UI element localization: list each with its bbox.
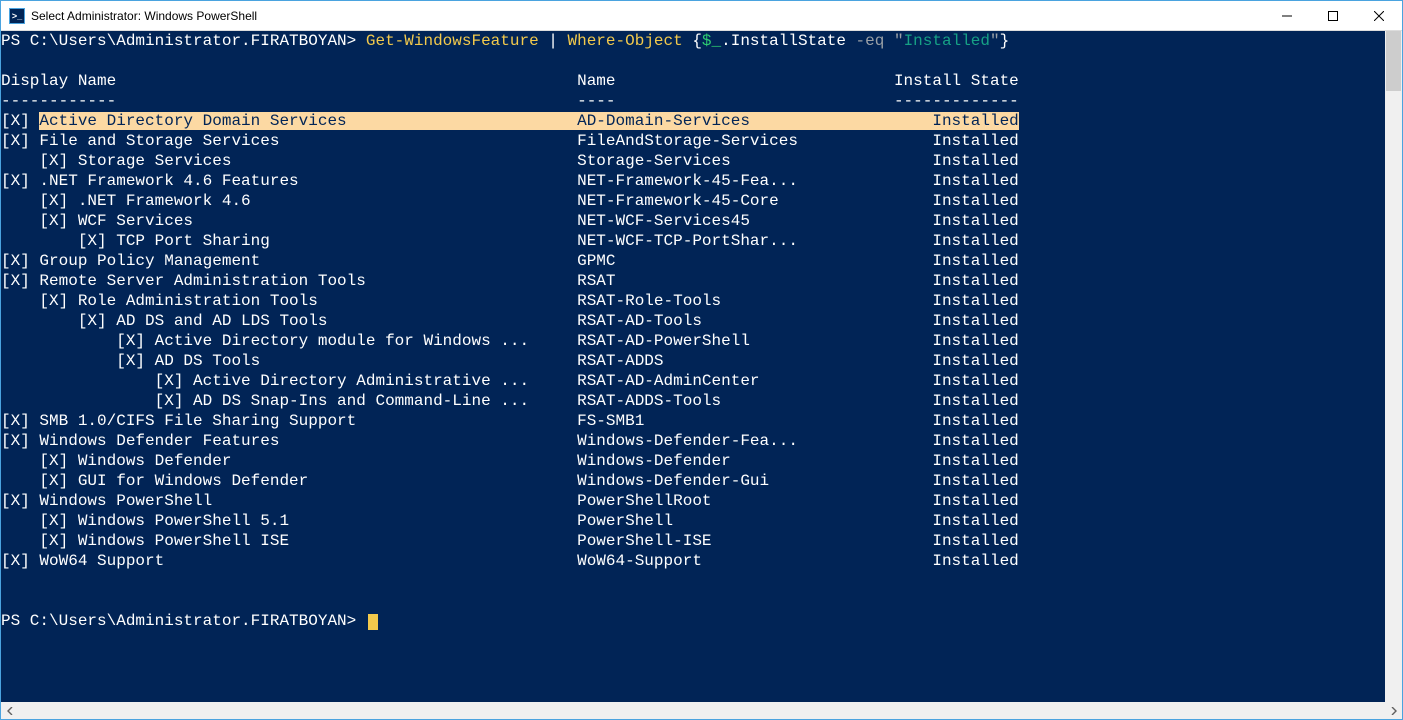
minimize-button[interactable]: [1264, 1, 1310, 30]
feature-row[interactable]: [X] Storage Services Storage-Services In…: [1, 151, 1385, 171]
feature-row[interactable]: [X] GUI for Windows Defender Windows-Def…: [1, 471, 1385, 491]
blank-line: [1, 591, 1385, 611]
terminal-area[interactable]: PS C:\Users\Administrator.FIRATBOYAN> Ge…: [1, 31, 1402, 702]
feature-row[interactable]: [X] Windows PowerShell ISE PowerShell-IS…: [1, 531, 1385, 551]
feature-row[interactable]: [X] File and Storage Services FileAndSto…: [1, 131, 1385, 151]
chevron-left-icon: [6, 707, 14, 715]
powershell-icon: >_: [9, 8, 25, 24]
scroll-left-arrow[interactable]: [1, 702, 18, 719]
feature-row[interactable]: [X] Role Administration Tools RSAT-Role-…: [1, 291, 1385, 311]
feature-row[interactable]: [X] WoW64 Support WoW64-Support Installe…: [1, 551, 1385, 571]
close-button[interactable]: [1356, 1, 1402, 30]
maximize-icon: [1328, 11, 1338, 21]
close-icon: [1374, 11, 1384, 21]
chevron-right-icon: [1390, 707, 1398, 715]
feature-row[interactable]: [X] Active Directory Administrative ... …: [1, 371, 1385, 391]
feature-row[interactable]: [X] AD DS and AD LDS Tools RSAT-AD-Tools…: [1, 311, 1385, 331]
feature-row-selected[interactable]: [X] Active Directory Domain Services AD-…: [1, 111, 1385, 131]
prompt-line[interactable]: PS C:\Users\Administrator.FIRATBOYAN>: [1, 611, 1385, 631]
feature-row[interactable]: [X] WCF Services NET-WCF-Services45 Inst…: [1, 211, 1385, 231]
command-line: PS C:\Users\Administrator.FIRATBOYAN> Ge…: [1, 31, 1385, 51]
blank-line: [1, 571, 1385, 591]
horizontal-scrollbar[interactable]: [1, 702, 1402, 719]
feature-row[interactable]: [X] Active Directory module for Windows …: [1, 331, 1385, 351]
feature-row[interactable]: [X] Windows PowerShell 5.1 PowerShell In…: [1, 511, 1385, 531]
titlebar[interactable]: >_ Select Administrator: Windows PowerSh…: [1, 1, 1402, 31]
hscroll-track[interactable]: [18, 702, 1385, 719]
feature-row[interactable]: [X] AD DS Snap-Ins and Command-Line ... …: [1, 391, 1385, 411]
minimize-icon: [1282, 11, 1292, 21]
vertical-scrollbar[interactable]: [1385, 31, 1402, 702]
feature-row[interactable]: [X] Windows Defender Windows-Defender In…: [1, 451, 1385, 471]
blank-line: [1, 51, 1385, 71]
window-controls: [1264, 1, 1402, 30]
feature-row[interactable]: [X] SMB 1.0/CIFS File Sharing Support FS…: [1, 411, 1385, 431]
feature-row[interactable]: [X] .NET Framework 4.6 Features NET-Fram…: [1, 171, 1385, 191]
feature-row[interactable]: [X] Windows Defender Features Windows-De…: [1, 431, 1385, 451]
powershell-window: >_ Select Administrator: Windows PowerSh…: [0, 0, 1403, 720]
scroll-right-arrow[interactable]: [1385, 702, 1402, 719]
feature-row[interactable]: [X] TCP Port Sharing NET-WCF-TCP-PortSha…: [1, 231, 1385, 251]
feature-row[interactable]: [X] .NET Framework 4.6 NET-Framework-45-…: [1, 191, 1385, 211]
table-header-sep: ------------ ---- -------------: [1, 91, 1385, 111]
feature-row[interactable]: [X] Group Policy Management GPMC Install…: [1, 251, 1385, 271]
window-title: Select Administrator: Windows PowerShell: [31, 9, 1264, 23]
feature-row[interactable]: [X] AD DS Tools RSAT-ADDS Installed: [1, 351, 1385, 371]
cursor: [368, 614, 378, 630]
maximize-button[interactable]: [1310, 1, 1356, 30]
feature-row[interactable]: [X] Remote Server Administration Tools R…: [1, 271, 1385, 291]
scrollbar-thumb[interactable]: [1386, 31, 1401, 91]
table-header: Display Name Name Install State: [1, 71, 1385, 91]
terminal-output[interactable]: PS C:\Users\Administrator.FIRATBOYAN> Ge…: [1, 31, 1385, 702]
feature-row[interactable]: [X] Windows PowerShell PowerShellRoot In…: [1, 491, 1385, 511]
